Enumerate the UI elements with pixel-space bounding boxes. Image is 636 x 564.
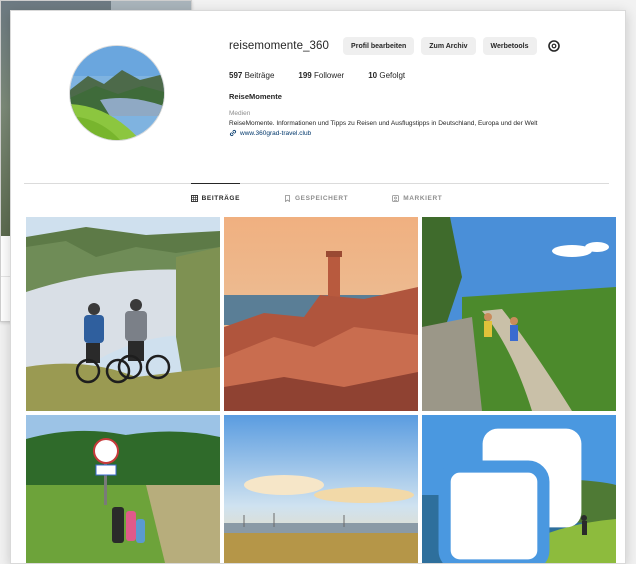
posts-label: Beiträge	[244, 71, 275, 80]
ad-tools-button[interactable]: Werbetools	[482, 37, 537, 55]
tab-posts-label: BEITRÄGE	[201, 195, 241, 202]
post-family-sign-fields[interactable]	[26, 415, 220, 563]
post-image	[224, 217, 418, 411]
posts-stat: 597 Beiträge	[229, 71, 274, 80]
post-image	[422, 217, 616, 411]
category-label: Medien	[229, 110, 251, 117]
tab-posts[interactable]: BEITRÄGE	[190, 183, 241, 213]
posts-count: 597	[229, 71, 243, 80]
settings-icon[interactable]	[547, 39, 561, 53]
following-count: 10	[368, 71, 378, 80]
bookmark-icon	[285, 195, 290, 202]
link-icon	[229, 129, 237, 137]
post-harbor-sunset[interactable]	[224, 415, 418, 563]
multiple-photos-icon	[438, 428, 582, 563]
followers-label: Follower	[313, 71, 345, 80]
profile-window: reisemomente_360 Profil bearbeiten Zum A…	[10, 10, 626, 564]
profile-top-row: reisemomente_360 Profil bearbeiten Zum A…	[229, 35, 619, 57]
tab-saved-label: GESPEICHERT	[295, 195, 349, 202]
tab-saved[interactable]: GESPEICHERT	[284, 183, 348, 213]
post-cyclists-river-valley[interactable]	[26, 217, 220, 411]
followers-stat[interactable]: 199 Follower	[298, 71, 344, 80]
archive-button[interactable]: Zum Archiv	[421, 37, 476, 55]
tag-icon	[392, 195, 400, 202]
avatar-image	[70, 46, 164, 140]
post-coastal-hiker[interactable]	[422, 415, 616, 563]
tab-tagged[interactable]: MARKIERT	[392, 183, 442, 213]
post-hikers-trail[interactable]	[422, 217, 616, 411]
following-stat[interactable]: 10 Gefolgt	[368, 71, 405, 80]
edit-profile-button[interactable]: Profil bearbeiten	[343, 37, 415, 55]
grid-icon	[190, 195, 198, 202]
username: reisemomente_360	[229, 40, 330, 52]
following-label: Gefolgt	[379, 71, 406, 80]
website-link[interactable]: www.360grad-travel.club	[229, 129, 619, 137]
followers-count: 199	[298, 71, 312, 80]
profile-info: reisemomente_360 Profil bearbeiten Zum A…	[229, 35, 619, 137]
bio-text: ReiseMomente. Informationen und Tipps zu…	[229, 120, 538, 127]
post-image	[26, 415, 220, 563]
posts-grid	[26, 217, 618, 563]
full-name: ReiseMomente	[229, 92, 282, 101]
post-lighthouse-pink-rocks[interactable]	[224, 217, 418, 411]
profile-stats: 597 Beiträge 199 Follower 10 Gefolgt	[229, 71, 619, 80]
avatar[interactable]	[69, 45, 165, 141]
website-link-text: www.360grad-travel.club	[240, 129, 312, 137]
tab-tagged-label: MARKIERT	[403, 195, 443, 202]
profile-tabs: BEITRÄGE GESPEICHERT MARKIERT	[24, 183, 609, 213]
profile-header: reisemomente_360 Profil bearbeiten Zum A…	[11, 11, 625, 181]
post-image	[26, 217, 220, 411]
post-image	[224, 415, 418, 563]
